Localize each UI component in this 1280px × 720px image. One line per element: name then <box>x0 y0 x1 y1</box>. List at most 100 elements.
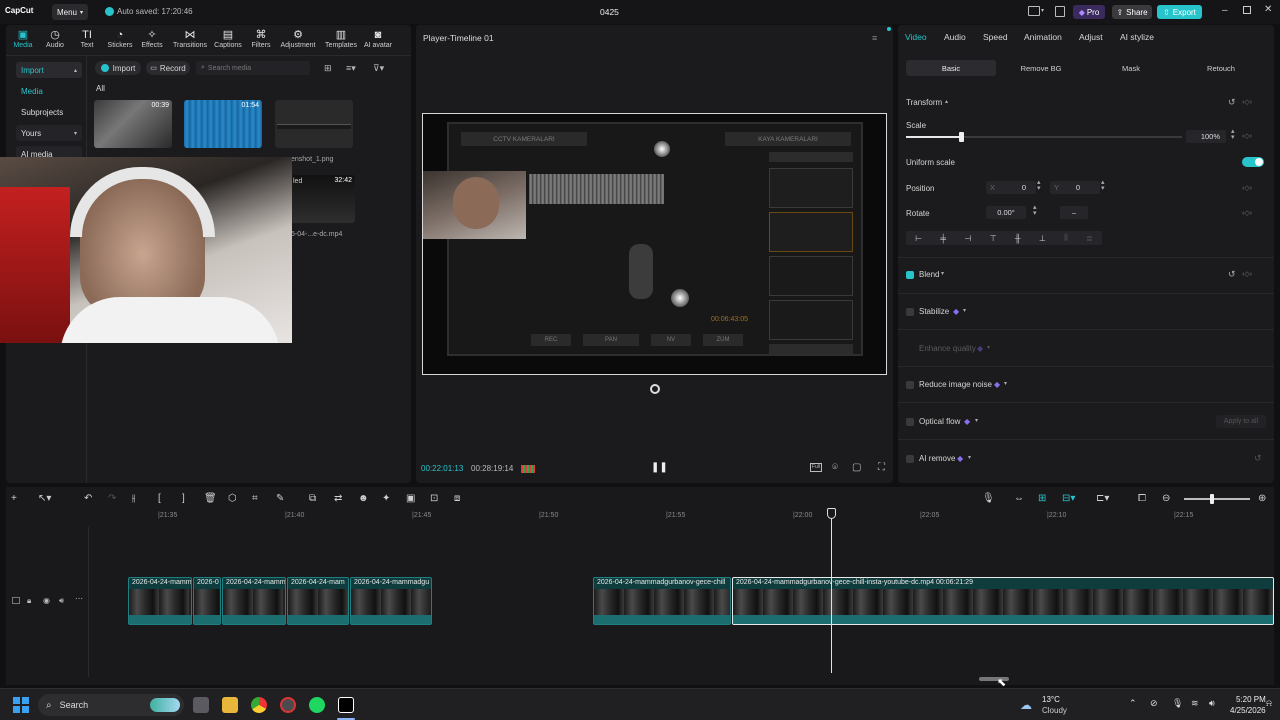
layout-chevron-icon[interactable]: ▾ <box>1041 7 1044 14</box>
split-icon[interactable]: ⫲ <box>132 493 135 504</box>
align-top-icon[interactable]: ⊤ <box>990 234 997 243</box>
tab-video[interactable]: Video <box>905 32 927 42</box>
zoom-slider[interactable] <box>1184 494 1250 504</box>
tool-transitions[interactable]: ⋈ Transitions <box>172 28 208 49</box>
keyframe-icon[interactable]: ‹◇› <box>1242 209 1252 217</box>
position-y-field[interactable]: Y 0 <box>1050 181 1100 194</box>
align-center-icon[interactable]: ╪ <box>940 234 946 243</box>
pro-button[interactable]: ◆ Pro <box>1073 5 1105 19</box>
ai-remove-checkbox[interactable] <box>906 455 914 463</box>
pause-icon[interactable]: ❚❚ <box>651 462 668 473</box>
sidebar-item-media[interactable]: Media <box>16 83 82 99</box>
timeline-clip[interactable]: 2026-04-24-mam <box>287 577 349 625</box>
taskbar-search[interactable]: ⌕ Search <box>38 694 184 716</box>
record-button[interactable]: ▭ Record <box>146 61 190 75</box>
media-thumbnail[interactable]: led 32:42 <box>291 175 355 223</box>
align-right-icon[interactable]: ⊣ <box>964 234 971 243</box>
file-explorer-icon[interactable] <box>222 697 238 713</box>
filter-all[interactable]: All <box>96 84 105 93</box>
task-view-icon[interactable] <box>193 697 209 713</box>
app-icon[interactable] <box>280 697 296 713</box>
grid-view-icon[interactable]: ⊞ <box>324 63 332 74</box>
scale-slider[interactable] <box>906 132 1182 142</box>
trim-left-icon[interactable]: [ <box>158 493 161 504</box>
close-icon[interactable]: ✕ <box>1264 4 1272 15</box>
link-icon[interactable]: ⇔ <box>1014 493 1024 504</box>
align-middle-icon[interactable]: ╫ <box>1015 234 1021 243</box>
tool-audio[interactable]: ◷ Audio <box>38 28 72 49</box>
stabilize-checkbox[interactable] <box>906 308 914 316</box>
stepper-icon[interactable]: ▴ ▾ <box>1037 179 1041 192</box>
tab-animation[interactable]: Animation <box>1024 32 1062 42</box>
tab-ai-stylize[interactable]: AI stylize <box>1120 32 1154 42</box>
scale-slider-thumb[interactable] <box>959 132 965 142</box>
chevron-up-icon[interactable]: ▴ <box>945 98 948 105</box>
subtab-remove-bg[interactable]: Remove BG <box>996 60 1086 76</box>
video-preview[interactable]: CCTV KAMERALARI KAYA KAMERALARI 00:06:43… <box>422 113 887 375</box>
transform-heading[interactable]: Transform <box>906 98 942 107</box>
chrome-icon[interactable] <box>251 697 267 713</box>
rotate-direction-field[interactable]: – <box>1060 206 1088 219</box>
delete-icon[interactable]: 🗑︎ <box>204 493 217 504</box>
export-button[interactable]: ⇧ Export <box>1157 5 1202 19</box>
tool-text[interactable]: TI Text <box>70 28 104 49</box>
sidebar-item-yours[interactable]: Yours ▾ <box>16 125 82 141</box>
maximize-icon[interactable] <box>1243 6 1251 14</box>
reset-icon[interactable]: ↺ <box>1228 97 1236 108</box>
volume-icon[interactable]: 🔊︎ <box>1209 698 1215 709</box>
tool-adjustment[interactable]: ⚙ Adjustment <box>278 28 318 49</box>
person-icon[interactable]: ☻ <box>358 493 369 504</box>
align-left-icon[interactable]: ⊢ <box>915 234 922 243</box>
magic-icon[interactable]: ✦ <box>382 493 390 504</box>
chevron-down-icon[interactable]: ▾ <box>963 307 966 314</box>
sidebar-item-import[interactable]: Import ▴ <box>16 62 82 78</box>
noise-checkbox[interactable] <box>906 381 914 389</box>
stepper-icon[interactable]: ▴ ▾ <box>1101 179 1105 192</box>
timeline-clip[interactable]: 2026-04-24-mamm <box>128 577 192 625</box>
add-track-icon[interactable]: + <box>11 493 17 504</box>
microphone-icon[interactable]: 🎙︎ <box>1172 698 1183 709</box>
spotify-icon[interactable] <box>309 697 325 713</box>
speaker-icon[interactable]: 🔊︎ <box>59 596 64 606</box>
stepper-icon[interactable]: ▴ ▾ <box>1231 128 1235 141</box>
microphone-icon[interactable]: 🎙︎ <box>982 493 995 504</box>
chevron-down-icon[interactable]: ▾ <box>941 270 944 277</box>
blend-checkbox[interactable] <box>906 271 914 279</box>
snapshot-icon[interactable]: ⌾ <box>832 462 838 473</box>
zoom-in-icon[interactable]: ⊕ <box>1258 493 1266 504</box>
timeline-clip[interactable]: 2026-0 <box>193 577 221 625</box>
tool-ai-avatar[interactable]: ◙ AI avatar <box>360 28 396 49</box>
fullscreen-icon[interactable]: ⛶ <box>878 462 885 473</box>
reverse-icon[interactable]: ⇄ <box>334 493 342 504</box>
pen-icon[interactable]: ✎ <box>276 493 284 504</box>
menu-button[interactable]: Menu ▾ <box>52 4 88 20</box>
shortcuts-icon[interactable] <box>1055 6 1065 17</box>
tool-effects[interactable]: ✧ Effects <box>135 28 169 49</box>
media-thumbnail[interactable]: 00:39 <box>94 100 172 148</box>
distribute-v-icon[interactable]: ≣ <box>1086 234 1093 243</box>
windows-start-icon[interactable] <box>13 697 29 713</box>
redo-icon[interactable]: ↷ <box>108 493 116 504</box>
crop-icon[interactable]: ⌗ <box>252 493 258 504</box>
tool-stickers[interactable]: ◔ Stickers <box>103 28 137 49</box>
chevron-down-icon[interactable]: ▾ <box>975 417 978 424</box>
tab-audio[interactable]: Audio <box>944 32 966 42</box>
media-thumbnail[interactable]: 01:54 <box>184 100 262 148</box>
auto-reframe-icon[interactable]: ⧈ <box>454 493 460 504</box>
search-input[interactable]: ⌕ Search media <box>196 61 310 75</box>
distribute-h-icon[interactable]: ⫼ <box>1064 233 1068 243</box>
select-tool-icon[interactable]: ↖▾ <box>38 493 51 504</box>
zoom-out-icon[interactable]: ⊖ <box>1162 493 1170 504</box>
aspect-ratio-icon[interactable]: ▢ <box>852 462 861 473</box>
sort-icon[interactable]: ≡▾ <box>346 63 356 74</box>
shield-icon[interactable]: ⬡ <box>228 493 237 504</box>
filter-icon[interactable]: ⊽▾ <box>373 63 384 74</box>
position-x-field[interactable]: X 0 <box>986 181 1036 194</box>
cover-icon[interactable] <box>12 597 20 604</box>
playhead-handle[interactable] <box>827 508 836 519</box>
minimize-icon[interactable]: – <box>1222 5 1228 16</box>
share-button[interactable]: ⇪ Share <box>1112 5 1152 19</box>
magnet-icon[interactable]: ⊟▾ <box>1062 493 1075 504</box>
wifi-icon[interactable]: ≋ <box>1191 698 1199 709</box>
eye-icon[interactable]: ◉ <box>43 596 50 605</box>
